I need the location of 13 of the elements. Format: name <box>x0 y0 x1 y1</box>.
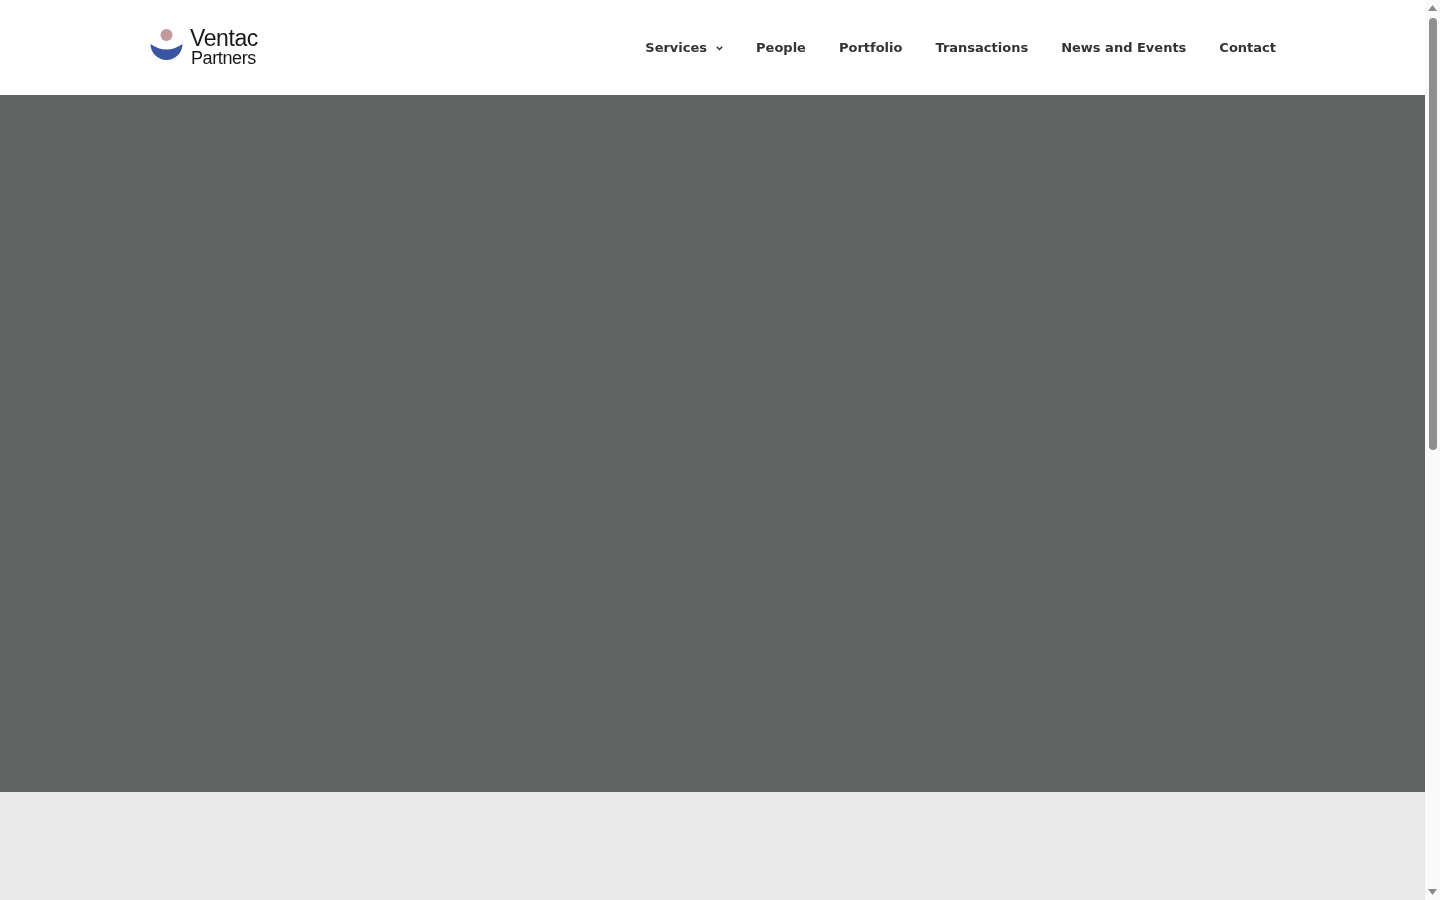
nav-link[interactable]: Contact <box>1219 37 1276 58</box>
nav-link[interactable]: Portfolio <box>838 37 903 58</box>
logo-text: Partners <box>191 49 257 67</box>
nav-link[interactable]: People <box>756 37 806 58</box>
scrollbar-thumb[interactable] <box>1428 18 1437 450</box>
caret-icon <box>716 45 724 51</box>
nav-link[interactable]: News and Events <box>1061 37 1187 58</box>
logo-text: Ventac <box>190 28 258 49</box>
logo-link[interactable]: Ventac Partners <box>150 28 258 67</box>
nav-dropdown[interactable]: Services <box>645 37 724 58</box>
scroll-down-arrow-icon[interactable] <box>1428 889 1437 895</box>
scroll-up-arrow-icon[interactable] <box>1428 5 1437 11</box>
nav-link[interactable]: Transactions <box>935 37 1029 58</box>
